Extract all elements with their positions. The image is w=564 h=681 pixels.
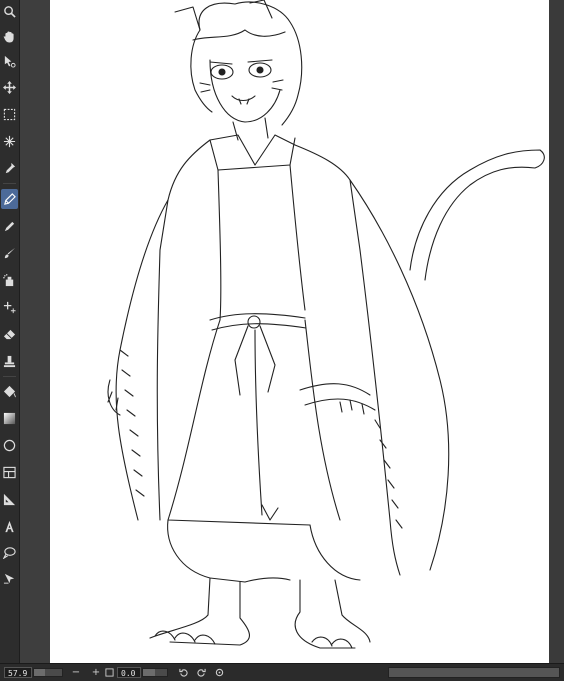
airbrush-tool[interactable]	[1, 270, 18, 290]
zoom-out-button[interactable]: −	[69, 666, 83, 679]
figure-icon	[3, 439, 16, 451]
hand-tool[interactable]	[1, 26, 18, 46]
airbrush-icon	[3, 273, 14, 286]
blend-tool[interactable]	[1, 351, 18, 371]
figure-tool[interactable]	[1, 435, 18, 455]
auto-select-icon	[3, 135, 16, 147]
pen-tool[interactable]	[1, 189, 18, 209]
decoration-tool[interactable]	[1, 297, 18, 317]
selection-tool[interactable]	[1, 104, 18, 124]
frame-border-icon	[3, 466, 16, 478]
zoom-value-field[interactable]: 57.9	[4, 667, 32, 678]
rotate-left-icon	[178, 668, 188, 677]
correct-line-tool[interactable]	[1, 568, 18, 588]
object-icon	[4, 55, 16, 68]
move-tool[interactable]	[1, 77, 18, 97]
rotate-left-button[interactable]	[176, 666, 190, 679]
pen-icon	[4, 192, 16, 205]
fill-icon	[3, 385, 16, 397]
eraser-icon	[3, 329, 16, 339]
vertical-scrollbar[interactable]	[549, 0, 564, 663]
rotation-slider[interactable]	[142, 668, 168, 677]
eyedropper-icon	[5, 162, 16, 173]
hand-icon	[3, 30, 14, 42]
auto-select-tool[interactable]	[1, 131, 18, 151]
selection-icon	[3, 108, 16, 120]
fill-tool[interactable]	[1, 381, 18, 401]
decoration-icon	[3, 301, 16, 313]
frame-border-tool[interactable]	[1, 462, 18, 482]
rotate-right-icon	[196, 668, 206, 677]
rotation-value-field[interactable]: 0.0	[117, 667, 141, 678]
eraser-tool[interactable]	[1, 324, 18, 344]
zoom-tool[interactable]	[1, 1, 18, 21]
zoom-slider[interactable]	[33, 668, 63, 677]
tool-palette	[0, 0, 20, 663]
pencil-tool[interactable]	[1, 216, 18, 236]
zoom-icon	[4, 5, 16, 18]
eyedropper-tool[interactable]	[1, 158, 18, 178]
correct-line-icon	[3, 573, 15, 584]
pencil-icon	[4, 221, 15, 231]
balloon-icon	[3, 546, 16, 559]
canvas-workspace[interactable]	[20, 0, 564, 663]
balloon-tool[interactable]	[1, 542, 18, 562]
reset-rotation-icon	[215, 668, 223, 677]
canvas-paper[interactable]	[50, 0, 564, 663]
object-tool[interactable]	[1, 51, 18, 71]
ruler-tool[interactable]	[1, 489, 18, 509]
brush-icon	[4, 247, 16, 258]
fit-view-button[interactable]	[103, 666, 115, 679]
fit-view-icon	[104, 668, 114, 677]
text-tool[interactable]	[1, 516, 18, 536]
rotate-right-button[interactable]	[194, 666, 208, 679]
horizontal-scrollbar[interactable]	[388, 667, 560, 678]
brush-tool[interactable]	[1, 243, 18, 263]
text-icon	[5, 520, 14, 532]
move-icon	[3, 80, 16, 94]
zoom-in-button[interactable]: +	[89, 666, 103, 679]
ruler-icon	[3, 493, 16, 505]
blend-icon	[3, 355, 16, 367]
gradient-tool[interactable]	[1, 408, 18, 428]
status-bar: 57.9 − + 0.0	[0, 663, 564, 681]
artwork-lineart	[107, 0, 545, 649]
gradient-icon	[3, 412, 16, 424]
reset-rotation-button[interactable]	[212, 666, 226, 679]
